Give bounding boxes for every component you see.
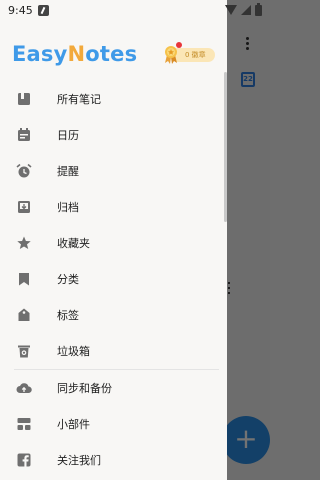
menu-item-widgets[interactable]: 小部件: [0, 406, 227, 442]
drawer-menu: 所有笔记 日历 提醒 归档 收藏夹 分类 标签 垃圾箱 同步和备份 小部件 关注…: [0, 81, 227, 478]
menu-item-calendar[interactable]: 日历: [0, 117, 227, 153]
drawer-header: EasyNotes 0 徽章: [0, 20, 227, 80]
menu-item-favorites[interactable]: 收藏夹: [0, 225, 227, 261]
menu-item-label: 小部件: [57, 418, 90, 431]
wifi-icon: [225, 5, 237, 15]
signal-icon: [241, 5, 251, 15]
battery-icon: [255, 2, 262, 16]
medal-badge-dot: [176, 42, 182, 48]
widgets-icon: [16, 416, 32, 432]
menu-item-label: 日历: [57, 129, 79, 142]
menu-item-trash[interactable]: 垃圾箱: [0, 333, 227, 369]
menu-item-archive[interactable]: 归档: [0, 189, 227, 225]
bookmark-icon: [16, 271, 32, 287]
trash-icon: [16, 343, 32, 359]
menu-item-label: 提醒: [57, 165, 79, 178]
notes-icon: [16, 91, 32, 107]
menu-item-follow-us[interactable]: 关注我们: [0, 442, 227, 478]
medal-button[interactable]: 0 徽章: [163, 42, 215, 64]
menu-item-label: 垃圾箱: [57, 345, 90, 358]
facebook-icon: [16, 452, 32, 468]
menu-item-label: 关注我们: [57, 454, 101, 467]
status-time: 9:45: [8, 3, 33, 17]
archive-icon: [16, 199, 32, 215]
menu-item-tags[interactable]: 标签: [0, 297, 227, 333]
menu-item-label: 收藏夹: [57, 237, 90, 250]
status-bar: 9:45: [0, 0, 270, 20]
alarm-icon: [16, 163, 32, 179]
menu-item-label: 同步和备份: [57, 382, 112, 395]
menu-item-sync-backup[interactable]: 同步和备份: [0, 370, 227, 406]
notification-icon: [37, 4, 49, 16]
calendar-icon: [16, 127, 32, 143]
tag-icon: [16, 307, 32, 323]
navigation-drawer: EasyNotes 0 徽章 所有笔记 日历 提醒 归档 收藏夹 分类 标签 垃…: [0, 0, 227, 480]
menu-item-label: 所有笔记: [57, 93, 101, 106]
star-icon: [16, 235, 32, 251]
menu-item-all-notes[interactable]: 所有笔记: [0, 81, 227, 117]
menu-item-categories[interactable]: 分类: [0, 261, 227, 297]
cloud-upload-icon: [16, 380, 32, 396]
menu-item-label: 标签: [57, 309, 79, 322]
menu-item-reminders[interactable]: 提醒: [0, 153, 227, 189]
app-logo: EasyNotes: [12, 42, 138, 66]
menu-item-label: 归档: [57, 201, 79, 214]
menu-item-label: 分类: [57, 273, 79, 286]
